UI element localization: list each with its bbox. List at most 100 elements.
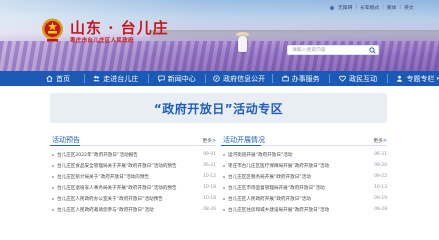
- section-header: 活动预告 更多>: [50, 135, 216, 146]
- search-box: [287, 45, 379, 55]
- chat-icon: [158, 75, 165, 82]
- toplink-separator: |: [355, 5, 358, 10]
- list-item-title: 台儿庄区人民政府邀请您参与“政府开放日”活动: [57, 207, 154, 213]
- list-item-date: 09-20: [374, 163, 387, 168]
- toplink-accessibility[interactable]: 无障碍: [338, 4, 352, 11]
- toplink-separator: |: [399, 5, 402, 10]
- toplink-elder-mode[interactable]: 长辈模式: [360, 4, 379, 11]
- bullet-icon: [223, 153, 225, 156]
- list-item-date: 09-19: [374, 196, 387, 201]
- list-item-date: 10-18: [203, 196, 216, 201]
- briefcase-icon: [281, 75, 289, 82]
- list-item-date: 09-22: [374, 174, 387, 179]
- people-icon: [93, 75, 100, 82]
- nav-divider: [148, 74, 149, 83]
- list-item-date: 09-01: [203, 152, 216, 157]
- top-links: 无障碍 | 长辈模式 | 繁体 | 英文: [330, 4, 414, 11]
- home-icon: [46, 75, 53, 82]
- nav-label: 走进台儿庄: [103, 74, 139, 83]
- list-item[interactable]: 台儿庄区市场监督管理局开展“政府开放日”活动 10-13: [221, 182, 387, 193]
- list-item-title: 台儿庄区食品安全管理局关于开展“政府开放日”活动的预告: [57, 163, 177, 169]
- nav-item-gov-info[interactable]: 政府信息公开: [213, 71, 265, 86]
- nav-item-interaction[interactable]: 政民互动: [339, 71, 377, 86]
- list-item[interactable]: 台儿庄区人民政府办公室关于“政府开放日”活动预告 10-18: [50, 193, 216, 204]
- user-icon: [396, 75, 403, 82]
- list-item-title: 台儿庄区2022年“政府开放日”活动报告: [57, 152, 138, 158]
- more-link[interactable]: 更多>: [202, 137, 216, 144]
- nav-label: 专题专栏: [406, 74, 435, 83]
- list-item-title: 台儿庄区人民政府开展“政府开放日”活动: [228, 196, 311, 202]
- nav-divider: [271, 74, 273, 83]
- list-item-date: 10-12: [203, 174, 216, 179]
- list-item-title: 台儿庄区区税务局开展“政府开放日”活动: [228, 174, 311, 180]
- section-header: 活动开展情况 更多>: [221, 135, 387, 146]
- bullet-icon: [52, 197, 54, 200]
- list-item[interactable]: 台儿庄区人民政府邀请您参与“政府开放日”活动 08-26: [50, 204, 216, 215]
- list-item[interactable]: 台儿庄区住房和城乡建设局开展“政府开放日”活动 09-28: [221, 204, 387, 215]
- nav-label: 政府信息公开: [223, 74, 266, 83]
- section-title: 活动开展情况: [223, 136, 265, 144]
- list-item-title: 台儿庄区退役军人事务局关于开展“政府开放日”活动的预告: [57, 185, 177, 191]
- section-title-underline: [50, 145, 80, 146]
- search-icon[interactable]: [369, 47, 376, 54]
- toplink-traditional[interactable]: 繁体: [387, 4, 397, 11]
- list-item-title: 台儿庄区市场监督管理局开展“政府开放日”活动: [228, 185, 325, 191]
- bullet-icon: [52, 164, 54, 167]
- banner-figure: [238, 36, 247, 52]
- list-item-date: 06-21: [203, 163, 216, 168]
- list-item-date: 10-13: [374, 185, 387, 190]
- nav-label: 新闻中心: [167, 74, 196, 83]
- national-emblem-icon: [42, 18, 63, 42]
- activity-status-section: 活动开展情况 更多> 运河街道开展“政府开放日”活动 06-21 枣庄市台儿庄区医…: [221, 135, 387, 215]
- list-item-title: 台儿庄区统计局关于“政府开放日”活动的预告: [57, 174, 150, 180]
- nav-item-home[interactable]: 首页: [46, 71, 70, 86]
- list-item-title: 台儿庄区住房和城乡建设局开展“政府开放日”活动: [228, 207, 330, 213]
- nav-label: 首页: [56, 74, 70, 83]
- nav-item-topics[interactable]: 专题专栏 ▾: [396, 71, 439, 86]
- bullet-icon: [52, 153, 54, 156]
- list-item-title: 枣庄市台儿庄区医疗保障局开展“政府开放日”活动: [228, 163, 330, 169]
- list-item[interactable]: 台儿庄区统计局关于“政府开放日”活动的预告 10-12: [50, 171, 216, 182]
- list-item[interactable]: 台儿庄区退役军人事务局关于开展“政府开放日”活动的预告 10-18: [50, 182, 216, 193]
- activity-status-list: 运河街道开展“政府开放日”活动 06-21 枣庄市台儿庄区医疗保障局开展“政府开放…: [221, 149, 387, 215]
- chevron-right-icon: >: [211, 139, 216, 144]
- toplink-separator: |: [382, 5, 384, 10]
- search-input[interactable]: [292, 47, 364, 54]
- activity-preview-list: 台儿庄区2022年“政府开放日”活动报告 09-01 台儿庄区食品安全管理局关于开…: [50, 149, 216, 215]
- list-item-date: 09-28: [374, 207, 387, 212]
- list-item[interactable]: 枣庄市台儿庄区医疗保障局开展“政府开放日”活动 09-20: [221, 160, 387, 171]
- list-item-date: 10-18: [203, 185, 216, 190]
- open-day-banner[interactable]: “政府开放日”活动专区: [50, 93, 387, 123]
- section-title: 活动预告: [52, 136, 80, 144]
- nav-item-news[interactable]: 新闻中心: [158, 71, 196, 86]
- bullet-icon: [223, 197, 225, 200]
- nav-divider: [329, 74, 331, 83]
- list-item-title: 台儿庄区人民政府办公室关于“政府开放日”活动预告: [57, 196, 163, 202]
- promo-title: “政府开放日”活动专区: [153, 101, 284, 116]
- list-item[interactable]: 运河街道开展“政府开放日”活动 06-21: [221, 149, 387, 160]
- activity-preview-section: 活动预告 更多> 台儿庄区2022年“政府开放日”活动报告 09-01 台儿庄区食…: [50, 135, 216, 215]
- site-subtitle: 枣庄市台儿庄区人民政府: [70, 38, 134, 44]
- nav-label: 办事服务: [291, 74, 320, 83]
- main-nav: 首页 走进台儿庄 新闻中心 政府信息公开 办事服务 政民互动 专题专栏 ▾: [0, 71, 439, 86]
- header-banner: 山东 · 台儿庄 枣庄市台儿庄区人民政府 无障碍 | 长辈模式 | 繁体 | 英…: [0, 0, 439, 71]
- list-item-date: 08-26: [203, 207, 216, 212]
- list-item[interactable]: 台儿庄区区税务局开展“政府开放日”活动 09-22: [221, 171, 387, 182]
- nav-item-about[interactable]: 走进台儿庄: [93, 71, 138, 86]
- nav-divider: [205, 74, 207, 83]
- list-item[interactable]: 台儿庄区食品安全管理局关于开展“政府开放日”活动的预告 06-21: [50, 160, 216, 171]
- section-title-underline: [221, 145, 261, 146]
- list-item-title: 运河街道开展“政府开放日”活动: [228, 152, 293, 158]
- compass-icon: [213, 75, 220, 82]
- list-item[interactable]: 台儿庄区2022年“政府开放日”活动报告 09-01: [50, 149, 216, 160]
- bullet-icon: [52, 175, 54, 178]
- chevron-right-icon: >: [382, 139, 387, 144]
- more-link[interactable]: 更多>: [373, 137, 387, 144]
- list-item[interactable]: 台儿庄区人民政府开展“政府开放日”活动 09-19: [221, 193, 387, 204]
- bullet-icon: [223, 186, 225, 189]
- toplink-english[interactable]: 英文: [404, 4, 414, 11]
- heart-icon: [339, 75, 346, 82]
- site-title: 山东 · 台儿庄: [70, 19, 169, 37]
- nav-item-services[interactable]: 办事服务: [281, 71, 320, 86]
- nav-divider: [386, 74, 388, 83]
